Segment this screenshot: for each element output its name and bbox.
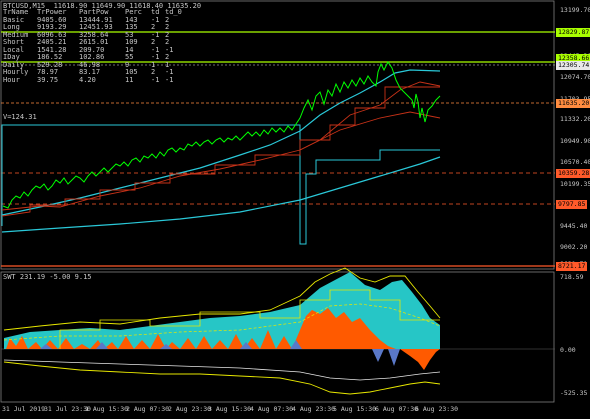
price-axis-label: 10949.90: [560, 137, 590, 145]
price-axis-label: 11332.20: [560, 115, 590, 123]
red-trail-line-1: [1, 81, 441, 211]
price-tag: 8721.17: [556, 261, 588, 271]
stats-cell: -1: [151, 75, 160, 84]
stats-cell: 11: [125, 75, 134, 84]
white-signal-line: [3, 359, 441, 381]
time-axis-label: 2 Aug 07:30: [126, 405, 170, 413]
price-axis-label: 10570.40: [560, 158, 590, 166]
stats-row: Hour 39.75 4.20 11 -1 -1: [3, 75, 177, 85]
stats-table: TrName TrPower PartPow Perc td td_0 Basi…: [3, 8, 182, 85]
indicator-axis-label: 718.59: [560, 273, 584, 281]
time-axis-label: 31 Jul 2019: [2, 405, 46, 413]
stats-cell: Hour: [3, 75, 20, 84]
price-axis-label: 9002.20: [560, 243, 588, 251]
indicator-axis-label: -525.35: [560, 389, 588, 397]
stats-cell: 4.20: [79, 75, 96, 84]
time-axis-label: 3 Aug 15:30: [208, 405, 252, 413]
time-axis-label: 6 Aug 23:30: [415, 405, 459, 413]
time-axis-label: 2 Aug 23:30: [168, 405, 212, 413]
price-tag: 9797.85: [556, 199, 588, 209]
cyan-long-line: [1, 156, 441, 233]
time-axis-label: 4 Aug 23:30: [292, 405, 336, 413]
cyan-step-line: [1, 124, 440, 245]
volume-label: V=124.31: [3, 113, 37, 121]
red-trail-line-3: [299, 111, 441, 151]
price-axis-label: 9445.40: [560, 222, 588, 230]
yellow-lower-line: [3, 361, 441, 395]
stats-cell: -1: [165, 75, 174, 84]
price-axis-label: 12074.70: [560, 73, 590, 81]
time-axis-label: 6 Aug 07:30: [375, 405, 419, 413]
time-axis-label: 4 Aug 07:30: [250, 405, 294, 413]
time-axis-label: 5 Aug 15:30: [333, 405, 377, 413]
orange-neg-area: [400, 349, 440, 370]
red-trail-line-2: [1, 86, 440, 217]
price-tag: 12829.87: [556, 27, 590, 37]
price-axis-label: 10199.35: [560, 180, 590, 188]
indicator-axis-label: 0.00: [560, 346, 576, 354]
stats-cell: 39.75: [37, 75, 59, 84]
price-tag: 12305.74: [556, 60, 590, 70]
price-axis-label: 13199.70: [560, 6, 590, 14]
price-tag: 11635.20: [556, 98, 590, 108]
cyan-curve-line: [1, 69, 441, 216]
time-axis-label: 31 Jul 23:30: [44, 405, 91, 413]
price-tag: 10359.28: [556, 168, 590, 178]
indicator-title: SWT 231.19 -5.00 9.15: [3, 273, 92, 281]
time-axis-label: 1 Aug 15:30: [85, 405, 129, 413]
